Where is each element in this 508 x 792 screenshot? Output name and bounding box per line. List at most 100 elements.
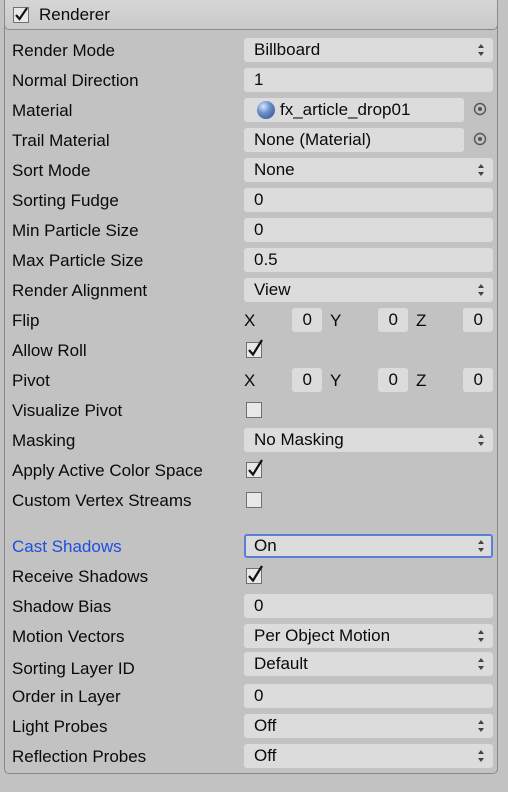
motion-vectors-dropdown[interactable]: Per Object Motion xyxy=(244,624,493,648)
pivot-z-value: 0 xyxy=(473,370,483,389)
updown-arrows-icon xyxy=(478,720,484,732)
pivot-z-field[interactable]: 0 xyxy=(463,368,493,392)
sorting-fudge-label: Sorting Fudge xyxy=(12,191,119,210)
min-particle-size-value: 0 xyxy=(254,220,264,239)
material-value: fx_article_drop01 xyxy=(280,100,411,119)
visualize-pivot-checkbox[interactable] xyxy=(246,402,262,418)
material-field[interactable]: fx_article_drop01 xyxy=(244,98,464,122)
normal-direction-row: Normal Direction 1 xyxy=(12,66,498,96)
receive-shadows-checkbox[interactable] xyxy=(246,564,266,584)
max-particle-size-row: Max Particle Size 0.5 xyxy=(12,246,498,276)
visualize-pivot-row: Visualize Pivot xyxy=(12,396,498,426)
trail-material-row: Trail Material None (Material) xyxy=(12,126,498,156)
order-in-layer-value: 0 xyxy=(254,686,264,705)
updown-arrows-icon xyxy=(478,164,484,176)
max-particle-size-field[interactable]: 0.5 xyxy=(244,248,493,272)
order-in-layer-row: Order in Layer 0 xyxy=(12,682,498,712)
flip-z-value: 0 xyxy=(473,310,483,329)
sorting-fudge-row: Sorting Fudge 0 xyxy=(12,186,498,216)
render-alignment-dropdown[interactable]: View xyxy=(244,278,493,302)
reflection-probes-value: Off xyxy=(254,746,277,765)
normal-direction-field[interactable]: 1 xyxy=(244,68,493,92)
flip-x-field[interactable]: 0 xyxy=(292,308,322,332)
sorting-layer-id-value: Default xyxy=(254,654,308,673)
shadow-bias-field[interactable]: 0 xyxy=(244,594,493,618)
renderer-title: Renderer xyxy=(39,5,110,24)
allow-roll-row: Allow Roll xyxy=(12,336,498,366)
updown-arrows-icon xyxy=(478,434,484,446)
sorting-layer-id-row: Sorting Layer ID Default xyxy=(12,652,498,684)
trail-material-label: Trail Material xyxy=(12,131,110,150)
updown-arrows-icon xyxy=(478,658,484,670)
object-picker-icon[interactable] xyxy=(473,102,487,116)
material-sphere-icon xyxy=(257,101,275,119)
cast-shadows-dropdown[interactable]: On xyxy=(244,534,493,558)
render-alignment-row: Render Alignment View xyxy=(12,276,498,306)
sort-mode-row: Sort Mode None xyxy=(12,156,498,186)
max-particle-size-value: 0.5 xyxy=(254,250,278,269)
receive-shadows-row: Receive Shadows xyxy=(12,562,498,592)
pivot-y-field[interactable]: 0 xyxy=(378,368,408,392)
order-in-layer-label: Order in Layer xyxy=(12,687,121,706)
render-mode-dropdown[interactable]: Billboard xyxy=(244,38,493,62)
light-probes-value: Off xyxy=(254,716,277,735)
flip-y-value: 0 xyxy=(388,310,398,329)
normal-direction-value: 1 xyxy=(254,70,264,89)
apply-active-color-space-checkbox[interactable] xyxy=(246,458,266,478)
visualize-pivot-label: Visualize Pivot xyxy=(12,401,123,420)
min-particle-size-label: Min Particle Size xyxy=(12,221,139,240)
motion-vectors-value: Per Object Motion xyxy=(254,626,391,645)
custom-vertex-streams-row: Custom Vertex Streams xyxy=(12,486,498,516)
flip-z-field[interactable]: 0 xyxy=(463,308,493,332)
reflection-probes-dropdown[interactable]: Off xyxy=(244,744,493,768)
updown-arrows-icon xyxy=(478,750,484,762)
shadow-bias-value: 0 xyxy=(254,596,264,615)
motion-vectors-label: Motion Vectors xyxy=(12,627,125,646)
allow-roll-label: Allow Roll xyxy=(12,341,87,360)
sorting-fudge-field[interactable]: 0 xyxy=(244,188,493,212)
pivot-y-value: 0 xyxy=(388,370,398,389)
sort-mode-value: None xyxy=(254,160,295,179)
sorting-layer-id-dropdown[interactable]: Default xyxy=(244,652,493,676)
trail-material-field[interactable]: None (Material) xyxy=(244,128,464,152)
updown-arrows-icon xyxy=(478,540,484,552)
updown-arrows-icon xyxy=(478,284,484,296)
sort-mode-label: Sort Mode xyxy=(12,161,91,180)
allow-roll-checkbox[interactable] xyxy=(246,338,266,358)
apply-active-color-space-label: Apply Active Color Space xyxy=(12,461,203,480)
flip-x-value: 0 xyxy=(302,310,312,329)
render-mode-value: Billboard xyxy=(254,40,321,59)
flip-row: Flip X 0 Y 0 Z 0 xyxy=(12,306,498,336)
object-picker-icon[interactable] xyxy=(473,132,487,146)
shadow-bias-row: Shadow Bias 0 xyxy=(12,592,498,622)
pivot-z-label: Z xyxy=(416,371,427,390)
pivot-x-field[interactable]: 0 xyxy=(292,368,322,392)
renderer-header[interactable]: Renderer xyxy=(4,0,498,30)
pivot-x-value: 0 xyxy=(302,370,312,389)
updown-arrows-icon xyxy=(478,630,484,642)
checkmark-icon[interactable] xyxy=(13,7,29,23)
flip-label: Flip xyxy=(12,311,40,330)
masking-dropdown[interactable]: No Masking xyxy=(244,428,493,452)
flip-z-label: Z xyxy=(416,311,427,330)
min-particle-size-field[interactable]: 0 xyxy=(244,218,493,242)
light-probes-label: Light Probes xyxy=(12,717,108,736)
masking-row: Masking No Masking xyxy=(12,426,498,456)
light-probes-dropdown[interactable]: Off xyxy=(244,714,493,738)
masking-label: Masking xyxy=(12,431,76,450)
order-in-layer-field[interactable]: 0 xyxy=(244,684,493,708)
render-mode-row: Render Mode Billboard xyxy=(12,36,498,66)
material-row: Material fx_article_drop01 xyxy=(12,96,498,126)
flip-y-label: Y xyxy=(330,311,342,330)
pivot-y-label: Y xyxy=(330,371,342,390)
custom-vertex-streams-label: Custom Vertex Streams xyxy=(12,491,192,510)
reflection-probes-row: Reflection Probes Off xyxy=(12,742,498,772)
min-particle-size-row: Min Particle Size 0 xyxy=(12,216,498,246)
cast-shadows-row: Cast Shadows On xyxy=(12,532,498,562)
flip-y-field[interactable]: 0 xyxy=(378,308,408,332)
reflection-probes-label: Reflection Probes xyxy=(12,747,147,766)
custom-vertex-streams-checkbox[interactable] xyxy=(246,492,262,508)
light-probes-row: Light Probes Off xyxy=(12,712,498,742)
pivot-row: Pivot X 0 Y 0 Z 0 xyxy=(12,366,498,396)
sort-mode-dropdown[interactable]: None xyxy=(244,158,493,182)
